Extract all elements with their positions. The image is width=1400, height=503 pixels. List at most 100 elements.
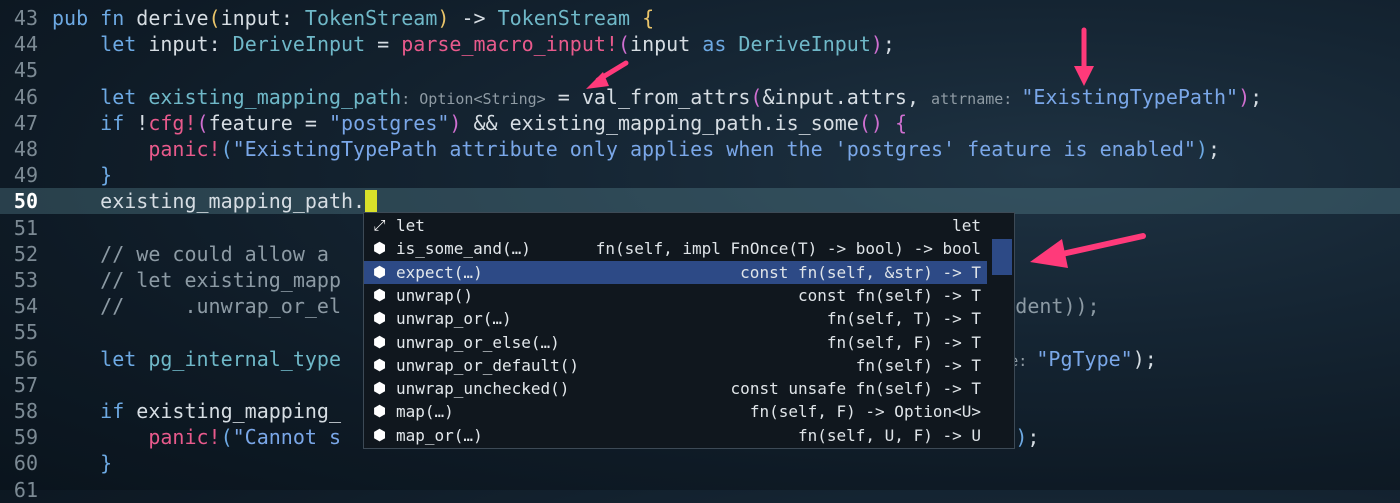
code-line[interactable]: 49 } bbox=[0, 162, 1400, 188]
code-token: let bbox=[100, 84, 149, 109]
code-token: ; bbox=[1207, 137, 1220, 161]
line-number: 58 bbox=[13, 399, 38, 423]
code-token: // .unwrap_or_el bbox=[100, 294, 341, 319]
code-token: as bbox=[702, 32, 739, 57]
code-token: "postgres" bbox=[328, 110, 450, 135]
code-token: ( bbox=[220, 137, 233, 161]
line-number: 52 bbox=[13, 241, 38, 266]
completion-signature: fn(self, impl FnOnce(T) -> bool) -> bool bbox=[595, 239, 981, 259]
code-token: "PgType" bbox=[1036, 346, 1133, 371]
completion-signature: fn(self, U, F) -> U bbox=[797, 425, 981, 445]
completion-item[interactable]: ⬢ unwrap() const fn(self) -> T bbox=[364, 284, 987, 307]
line-number: 53 bbox=[13, 268, 38, 292]
completion-label: unwrap_or(…) bbox=[396, 309, 512, 329]
completion-label: unwrap_or_default() bbox=[396, 355, 580, 375]
completion-label: map_or(…) bbox=[396, 425, 483, 445]
completion-label: is_some_and(…) bbox=[396, 239, 531, 259]
completion-scrollbar[interactable] bbox=[992, 215, 1012, 446]
completion-signature: const unsafe fn(self) -> T bbox=[730, 379, 981, 399]
completion-item[interactable]: ⬢ expect(…) const fn(self, &str) -> T bbox=[364, 260, 987, 284]
line-number: 51 bbox=[13, 215, 38, 240]
completion-signature: const fn(self, &str) -> T bbox=[740, 262, 981, 282]
code-token: = bbox=[545, 84, 582, 109]
code-token: panic! bbox=[148, 425, 221, 450]
completion-label: map(…) bbox=[396, 402, 454, 422]
code-token: input bbox=[148, 32, 209, 57]
completion-item[interactable]: ⬢ unwrap_or_default() fn(self) -> T bbox=[364, 354, 987, 377]
code-token: input bbox=[220, 6, 281, 30]
inlay-hint: attrname: bbox=[931, 89, 1022, 108]
code-token: TokenStream bbox=[497, 6, 631, 30]
snippet-icon: ⤢ bbox=[373, 216, 386, 234]
code-token: ; bbox=[1250, 84, 1263, 109]
code-line[interactable]: 47 if !cfg!(feature = "postgres") && exi… bbox=[0, 110, 1400, 136]
code-line[interactable]: 44 let input: DeriveInput = parse_macro_… bbox=[0, 31, 1400, 57]
method-icon: ⬢ bbox=[372, 379, 387, 398]
code-token: if bbox=[100, 399, 137, 423]
code-token: ); bbox=[1132, 346, 1157, 371]
code-token: existing_mapping_path bbox=[148, 84, 402, 109]
completion-label: unwrap_or_else(…) bbox=[396, 332, 560, 352]
code-token: &input.attrs, bbox=[762, 84, 932, 109]
completion-signature: fn(self, F) -> T bbox=[826, 332, 981, 352]
code-token: let bbox=[100, 32, 149, 57]
code-token: "ExistingTypePath" bbox=[1021, 84, 1239, 109]
code-text: } bbox=[52, 450, 112, 476]
text-cursor bbox=[365, 190, 378, 213]
code-token: ; bbox=[1027, 425, 1040, 450]
code-text: // let existing_mapp bbox=[52, 267, 341, 293]
code-text: if !cfg!(feature = "postgres") && existi… bbox=[52, 110, 907, 136]
completion-popup[interactable]: ⤢ let let ⬢ is_some_and(…) fn(self, impl FnOn… bbox=[363, 212, 1015, 449]
code-token: panic! bbox=[148, 137, 221, 161]
code-token: ( bbox=[220, 425, 233, 450]
line-number: 57 bbox=[13, 372, 38, 397]
completion-item[interactable]: ⤢ let let bbox=[364, 214, 987, 237]
code-token: DeriveInput bbox=[232, 32, 366, 57]
completion-item[interactable]: ⬢ unwrap_unchecked() const unsafe fn(self)… bbox=[364, 377, 987, 400]
code-token: if bbox=[100, 110, 137, 135]
code-token: ( bbox=[617, 32, 631, 57]
line-number: 46 bbox=[13, 84, 38, 109]
code-line[interactable]: 45 bbox=[0, 57, 1400, 83]
completion-signature: fn(self) -> T bbox=[855, 355, 981, 375]
method-icon: ⬢ bbox=[372, 425, 387, 444]
code-line[interactable]: 60 } bbox=[0, 450, 1400, 476]
code-line[interactable]: 43 pub fn derive(input: TokenStream) -> T… bbox=[0, 5, 1400, 31]
method-icon: ⬢ bbox=[372, 262, 387, 281]
code-token: : bbox=[280, 6, 305, 30]
completion-item[interactable]: ⬢ map(…) fn(self, F) -> Option<U> bbox=[364, 400, 987, 423]
line-number: 50 bbox=[13, 189, 38, 214]
code-token: pg_internal_type bbox=[148, 346, 341, 371]
code-token: // let existing_mapp bbox=[100, 268, 341, 292]
code-token: derive bbox=[136, 6, 209, 30]
code-token: { bbox=[894, 110, 908, 135]
completion-item[interactable]: ⬢ unwrap_or(…) fn(self, T) -> T bbox=[364, 307, 987, 330]
code-line[interactable]: 46 let existing_mapping_path: Option<Str… bbox=[0, 84, 1400, 110]
completion-item[interactable]: ⬢ map_or(…) fn(self, U, F) -> U bbox=[364, 424, 987, 447]
line-number: 45 bbox=[13, 58, 38, 83]
completion-label: unwrap_unchecked() bbox=[396, 379, 570, 399]
completion-item[interactable]: ⬢ is_some_and(…) fn(self, impl FnOnce(T) -… bbox=[364, 237, 987, 260]
completion-scroll-thumb[interactable] bbox=[992, 239, 1012, 275]
code-text: if existing_mapping_ bbox=[52, 398, 341, 424]
completion-item[interactable]: ⬢ unwrap_or_else(…) fn(self, F) -> T bbox=[364, 331, 987, 354]
code-token: ) bbox=[437, 6, 450, 30]
code-line[interactable]: 50 existing_mapping_path. bbox=[0, 188, 1400, 215]
code-token: () bbox=[858, 110, 883, 135]
completion-signature: fn(self, T) -> T bbox=[826, 309, 981, 329]
line-number: 60 bbox=[13, 451, 38, 476]
code-token: "ExistingTypePath attribute only applies… bbox=[232, 137, 1196, 161]
inlay-hint: : Option<String> bbox=[401, 89, 546, 108]
code-token: ) bbox=[1238, 84, 1251, 109]
code-token: "Cannot s bbox=[232, 425, 341, 450]
code-line[interactable]: 48 panic!("ExistingTypePath attribute on… bbox=[0, 136, 1400, 162]
method-icon: ⬢ bbox=[372, 309, 387, 328]
method-icon: ⬢ bbox=[372, 239, 387, 258]
